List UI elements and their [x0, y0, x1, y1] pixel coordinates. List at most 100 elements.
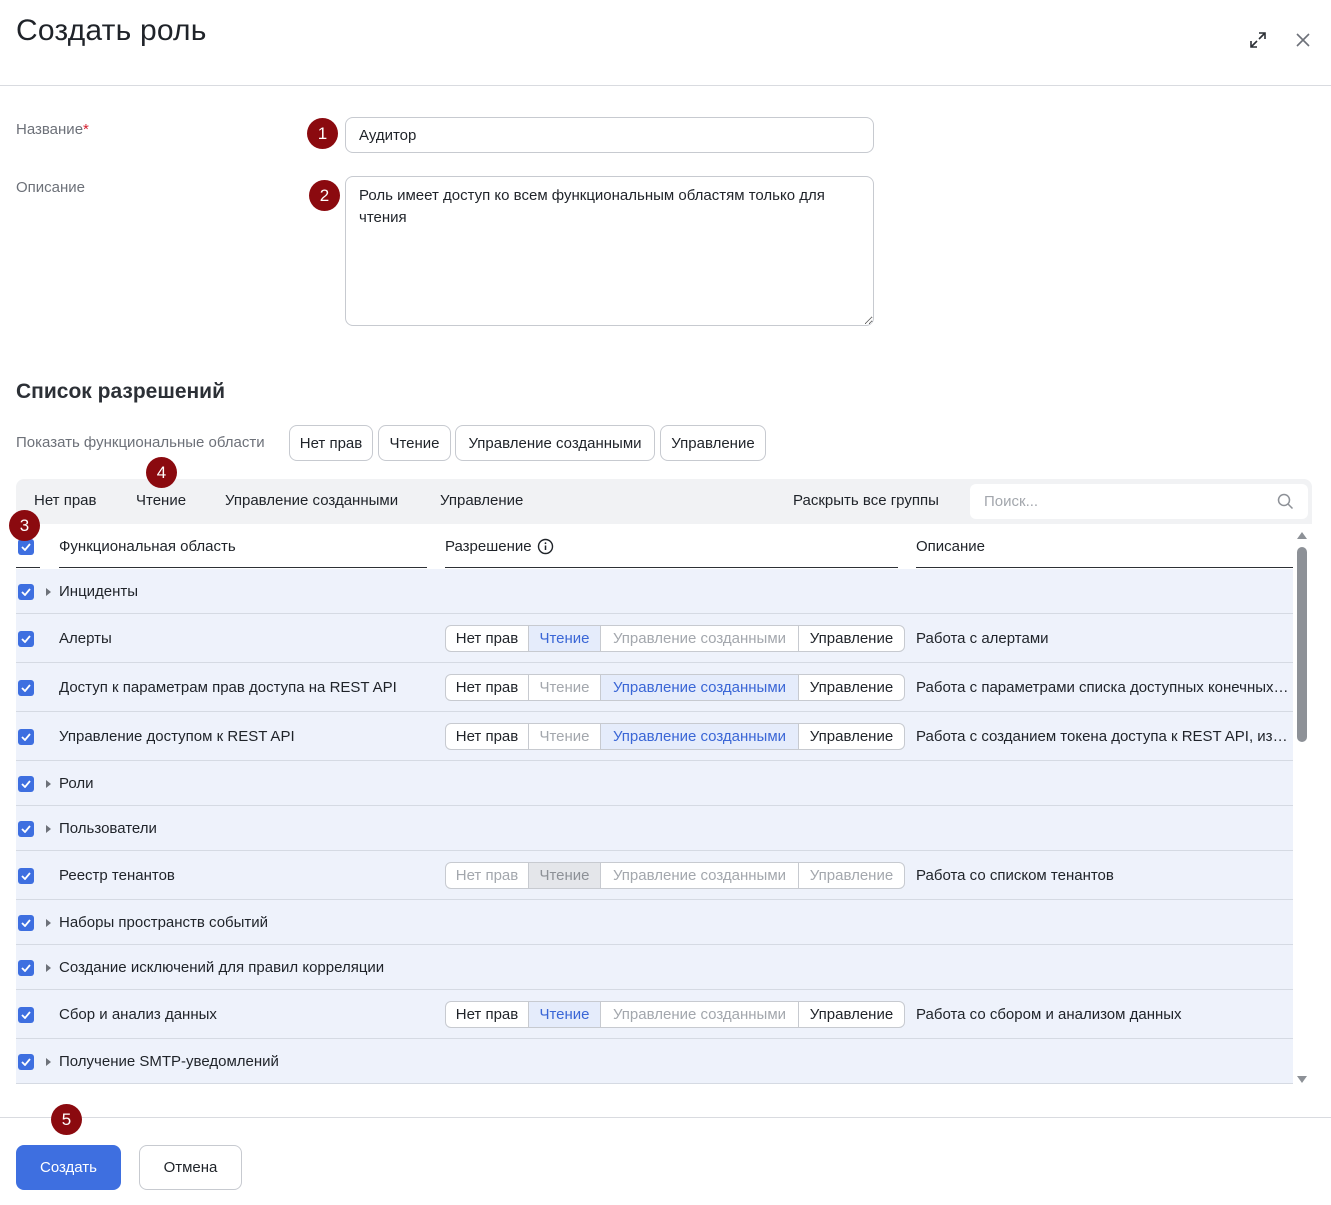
caret-right-icon[interactable]	[46, 1058, 51, 1066]
marker-2: 2	[309, 180, 340, 211]
caret-right-icon[interactable]	[46, 825, 51, 833]
permission-option: Нет прав	[446, 863, 529, 888]
permission-selector: Нет прав Чтение Управление созданными Управ…	[445, 862, 905, 889]
permission-option[interactable]: Управление	[799, 724, 904, 749]
scroll-down-icon	[1297, 1076, 1307, 1083]
header-underline	[916, 567, 1293, 568]
search-input[interactable]	[970, 484, 1260, 519]
permission-option: Чтение	[529, 863, 601, 888]
row-label: Получение SMTP-уведомлений	[59, 1053, 279, 1070]
caret-right-icon[interactable]	[46, 919, 51, 927]
row-checkbox[interactable]	[18, 915, 34, 931]
row-checkbox[interactable]	[18, 960, 34, 976]
permission-option[interactable]: Управление	[799, 1002, 904, 1027]
permission-option[interactable]: Управление созданными	[601, 675, 799, 700]
row-checkbox[interactable]	[18, 680, 34, 696]
name-label: Название*	[16, 121, 89, 138]
bulk-manage-button[interactable]: Управление	[440, 492, 523, 509]
permission-selector: Нет прав Чтение Управление созданными Управ…	[445, 625, 905, 652]
filter-chip-read[interactable]: Чтение	[378, 425, 451, 461]
column-area-header: Функциональная область	[59, 538, 236, 555]
expand-icon[interactable]	[1246, 28, 1270, 52]
permission-option[interactable]: Управление созданными	[601, 626, 799, 651]
permission-option[interactable]: Чтение	[529, 724, 601, 749]
row-checkbox[interactable]	[18, 868, 34, 884]
row-checkbox[interactable]	[18, 584, 34, 600]
group-row: Наборы пространств событий	[16, 900, 1293, 945]
table-row: Алерты Нет прав Чтение Управление созданным…	[16, 614, 1293, 663]
header-underline	[59, 567, 427, 568]
required-mark: *	[83, 121, 89, 138]
info-icon[interactable]	[537, 538, 554, 555]
permission-option[interactable]: Чтение	[529, 626, 601, 651]
row-label: Роли	[59, 775, 94, 792]
permission-option[interactable]: Нет прав	[446, 626, 529, 651]
permission-option[interactable]: Управление	[799, 675, 904, 700]
scroll-up-icon	[1297, 532, 1307, 539]
bulk-no-rights-button[interactable]: Нет прав	[34, 492, 97, 509]
description-textarea[interactable]: Роль имеет доступ ко всем функциональным…	[345, 176, 874, 326]
row-description: Работа со сбором и анализом данных	[916, 1006, 1182, 1023]
permission-selector: Нет прав Чтение Управление созданными Управ…	[445, 723, 905, 750]
row-label: Наборы пространств событий	[59, 914, 269, 931]
group-row: Роли	[16, 761, 1293, 806]
filter-label: Показать функциональные области	[16, 434, 265, 451]
row-checkbox[interactable]	[18, 729, 34, 745]
permissions-title: Список разрешений	[16, 380, 226, 403]
column-permission-label: Разрешение	[445, 538, 532, 555]
permission-option: Управление созданными	[601, 863, 799, 888]
expand-all-groups-button[interactable]: Раскрыть все группы	[793, 492, 939, 509]
row-description: Работа с созданием токена доступа к REST…	[916, 728, 1291, 745]
row-label: Создание исключений для правил корреляци…	[59, 959, 385, 976]
caret-right-icon[interactable]	[46, 780, 51, 788]
search-box	[970, 484, 1308, 519]
permission-option[interactable]: Нет прав	[446, 724, 529, 749]
row-label: Сбор и анализ данных	[59, 1006, 217, 1023]
row-checkbox[interactable]	[18, 631, 34, 647]
group-row: Пользователи	[16, 806, 1293, 851]
permission-option[interactable]: Управление	[799, 626, 904, 651]
table-row: Реестр тенантов Нет прав Чтение Управление …	[16, 851, 1293, 900]
group-row: Инциденты	[16, 569, 1293, 614]
create-button[interactable]: Создать	[16, 1145, 121, 1190]
permission-option[interactable]: Управление созданными	[601, 1002, 799, 1027]
row-checkbox[interactable]	[18, 776, 34, 792]
permission-option[interactable]: Управление созданными	[601, 724, 799, 749]
table-row: Управление доступом к REST API Нет прав Чт…	[16, 712, 1293, 761]
permission-option[interactable]: Нет прав	[446, 675, 529, 700]
row-checkbox[interactable]	[18, 821, 34, 837]
permission-option[interactable]: Нет прав	[446, 1002, 529, 1027]
column-permission-header: Разрешение	[445, 538, 554, 555]
bulk-read-button[interactable]: Чтение	[136, 492, 186, 509]
row-label: Доступ к параметрам прав доступа на REST…	[59, 679, 397, 696]
row-checkbox[interactable]	[18, 1054, 34, 1070]
name-input[interactable]	[345, 117, 874, 153]
permissions-toolbar: Нет прав Чтение Управление созданными Уп…	[16, 479, 1312, 524]
marker-1: 1	[307, 118, 338, 149]
cancel-button[interactable]: Отмена	[139, 1145, 242, 1190]
row-checkbox[interactable]	[18, 1007, 34, 1023]
search-icon[interactable]	[1277, 493, 1294, 515]
row-label: Инциденты	[59, 583, 139, 600]
close-icon[interactable]	[1291, 28, 1315, 52]
caret-right-icon[interactable]	[46, 964, 51, 972]
permission-option[interactable]: Чтение	[529, 675, 601, 700]
row-description: Работа с алертами	[916, 630, 1049, 647]
marker-3: 3	[9, 510, 40, 541]
filter-chip-no-rights[interactable]: Нет прав	[289, 425, 373, 461]
filter-chip-manage[interactable]: Управление	[660, 425, 766, 461]
permission-option[interactable]: Чтение	[529, 1002, 601, 1027]
scrollbar-thumb[interactable]	[1297, 547, 1307, 742]
marker-4: 4	[146, 457, 177, 488]
row-label: Управление доступом к REST API	[59, 728, 295, 745]
bulk-manage-created-button[interactable]: Управление созданными	[225, 492, 398, 509]
row-label: Реестр тенантов	[59, 867, 175, 884]
header-underline	[16, 567, 40, 568]
filter-chip-manage-created[interactable]: Управление созданными	[455, 425, 655, 461]
select-all-checkbox[interactable]	[18, 539, 34, 555]
permission-option: Управление	[809, 867, 894, 884]
table-row: Доступ к параметрам прав доступа на REST…	[16, 663, 1293, 712]
row-label: Алерты	[59, 630, 112, 647]
caret-right-icon[interactable]	[46, 588, 51, 596]
row-label: Пользователи	[59, 820, 157, 837]
